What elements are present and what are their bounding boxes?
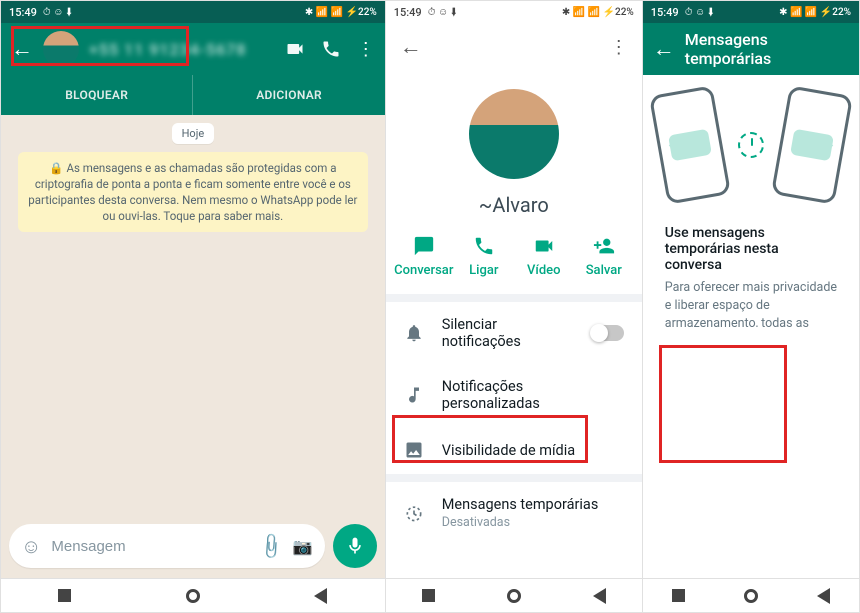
encryption-notice[interactable]: 🔒 As mensagens e as chamadas são protegi… (18, 152, 367, 232)
nav-recents-icon[interactable] (422, 589, 435, 602)
screen-chat: 15:49 ⏱ ☺ ⬇ ✱ 📶 📶 ⚡22% ← +55 11 91234-56… (0, 0, 385, 613)
status-icons-left: ⏱ ☺ ⬇ (43, 7, 72, 18)
chat-appbar: ← +55 11 91234-5678 ⋮ (1, 23, 385, 75)
nav-recents-icon[interactable] (672, 589, 685, 602)
action-chat[interactable]: Conversar (394, 235, 454, 278)
chat-icon (413, 235, 435, 257)
image-icon (404, 440, 424, 460)
mute-toggle[interactable] (591, 325, 623, 341)
back-arrow-icon[interactable]: ← (11, 36, 33, 62)
attach-icon[interactable]: 📎 (256, 531, 287, 562)
profile-avatar[interactable] (469, 89, 559, 179)
profile-actions: Conversar Ligar Vídeo Salvar (386, 227, 642, 302)
chat-body: Hoje 🔒 As mensagens e as chamadas são pr… (1, 115, 385, 516)
nav-home-icon[interactable] (186, 589, 200, 603)
nav-back-icon[interactable] (817, 588, 830, 604)
description: Use mensagens temporárias nesta conversa… (643, 215, 859, 327)
add-contact-icon (593, 235, 615, 257)
date-chip: Hoje (172, 123, 215, 144)
block-button[interactable]: BLOQUEAR (1, 75, 192, 115)
input-bar: ☺ 📎 📷 (1, 516, 385, 578)
screen-disappearing-settings: 15:49 ⏱ ☺ ⬇ ✱ 📶 📶 ⚡22% ← Mensagens tempo… (642, 0, 860, 613)
video-call-icon[interactable] (285, 39, 305, 59)
row-mute[interactable]: Silenciar notificações (386, 302, 642, 364)
profile-header: ~Alvaro (386, 71, 642, 227)
row-media-visibility[interactable]: Visibilidade de mídia (386, 426, 642, 474)
nav-recents-icon[interactable] (58, 589, 71, 602)
timer-icon (404, 503, 424, 523)
action-video[interactable]: Vídeo (514, 235, 574, 278)
android-navbar (1, 578, 385, 612)
back-arrow-icon[interactable]: ← (400, 34, 422, 60)
nav-back-icon[interactable] (593, 588, 606, 604)
back-arrow-icon[interactable]: ← (653, 36, 675, 62)
contact-name[interactable]: +55 11 91234-5678 (89, 40, 275, 59)
voice-call-icon[interactable] (321, 39, 341, 59)
add-contact-button[interactable]: ADICIONAR (192, 75, 384, 115)
status-bar: 15:49 ⏱ ☺ ⬇ ✱ 📶 📶 ⚡22% (1, 1, 385, 23)
action-call[interactable]: Ligar (454, 235, 514, 278)
mic-button[interactable] (333, 524, 377, 568)
menu-icon[interactable]: ⋮ (357, 39, 375, 60)
emoji-icon[interactable]: ☺ (21, 534, 41, 559)
video-icon (533, 235, 555, 257)
unknown-contact-actions: BLOQUEAR ADICIONAR (1, 75, 385, 115)
contact-avatar[interactable] (43, 31, 79, 67)
message-input[interactable] (51, 538, 250, 555)
call-icon (473, 235, 495, 257)
screen-contact-info: 15:49 ⏱ ☺ ⬇ ✱ 📶 📶 ⚡22% ← ⋮ ~Alvaro Conve… (385, 0, 642, 613)
page-title: Mensagens temporárias (685, 30, 849, 68)
nav-home-icon[interactable] (507, 589, 521, 603)
info-appbar: ← ⋮ (386, 23, 642, 71)
android-navbar (386, 578, 642, 612)
menu-icon[interactable]: ⋮ (610, 37, 628, 58)
nav-home-icon[interactable] (744, 589, 758, 603)
music-note-icon (404, 385, 424, 405)
android-navbar (643, 578, 859, 612)
timer-icon (738, 132, 764, 158)
status-bar: 15:49 ⏱ ☺ ⬇ ✱ 📶 📶 ⚡22% (643, 1, 859, 23)
action-save[interactable]: Salvar (574, 235, 634, 278)
status-bar: 15:49 ⏱ ☺ ⬇ ✱ 📶 📶 ⚡22% (386, 1, 642, 23)
settings-list: Silenciar notificações Notificações pers… (386, 302, 642, 544)
illustration (643, 75, 859, 215)
row-custom-notif[interactable]: Notificações personalizadas (386, 364, 642, 426)
bell-icon (404, 323, 424, 343)
settings-appbar: ← Mensagens temporárias (643, 23, 859, 75)
row-disappearing[interactable]: Mensagens temporárias Desativadas (386, 482, 642, 544)
profile-name: ~Alvaro (479, 193, 549, 217)
message-input-wrap: ☺ 📎 📷 (9, 524, 325, 568)
nav-back-icon[interactable] (314, 588, 327, 604)
camera-icon[interactable]: 📷 (293, 537, 313, 556)
status-icons-right: ✱ 📶 📶 ⚡22% (305, 7, 377, 18)
